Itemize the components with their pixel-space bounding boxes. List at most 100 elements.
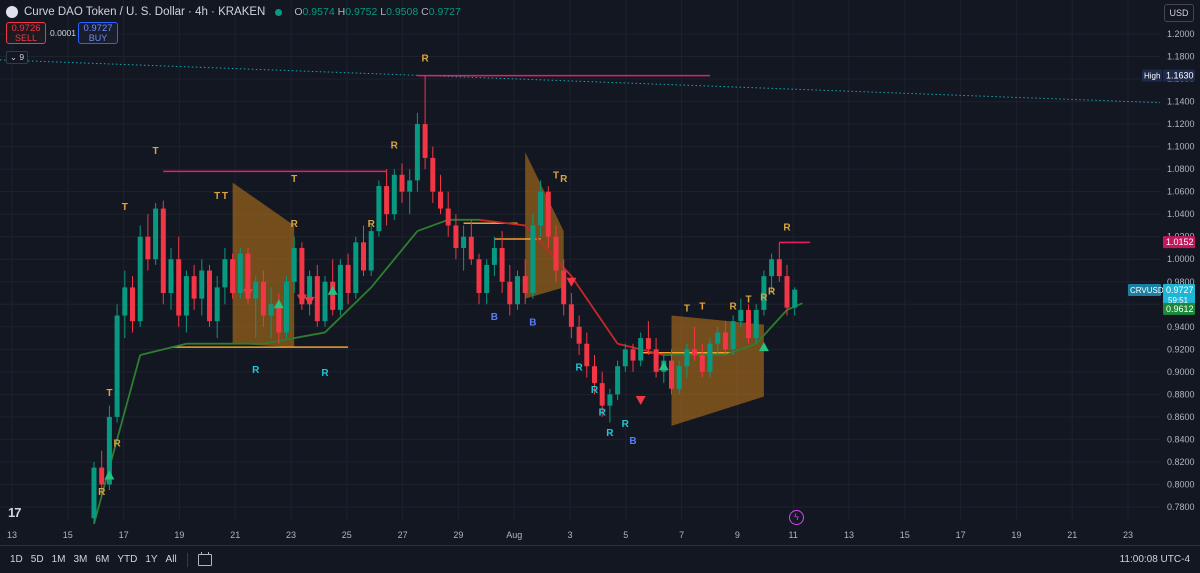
- range-3m[interactable]: 3M: [74, 554, 88, 565]
- x-tick-label: 23: [1123, 530, 1133, 540]
- x-tick-label: Aug: [506, 530, 522, 540]
- candle-body: [692, 349, 698, 355]
- signal-marker: B: [529, 318, 536, 329]
- candle-body: [438, 191, 443, 209]
- trailing-stop-line: [617, 342, 641, 351]
- candle-body: [515, 276, 520, 305]
- candle-body: [738, 309, 744, 322]
- signal-marker: T: [106, 388, 112, 399]
- candle-body: [422, 124, 428, 158]
- signal-marker: R: [606, 428, 614, 439]
- currency-selector[interactable]: USD: [1164, 4, 1194, 22]
- signal-marker: R: [768, 287, 776, 298]
- signal-marker: R: [575, 363, 583, 374]
- trail-price-tag: 0.9612: [1166, 304, 1194, 314]
- signal-marker: R: [291, 219, 299, 230]
- signal-marker: R: [321, 368, 329, 379]
- candle-body: [707, 343, 713, 372]
- y-tick-label: 0.8800: [1167, 389, 1195, 399]
- signal-marker: B: [629, 436, 636, 447]
- candle-body: [553, 236, 559, 271]
- x-tick-label: 5: [623, 530, 628, 540]
- x-tick-label: 11: [789, 530, 798, 540]
- y-tick-label: 0.8600: [1167, 412, 1195, 422]
- y-tick-label: 1.0600: [1167, 187, 1195, 197]
- candle-body: [384, 186, 390, 215]
- candle-body: [314, 276, 320, 322]
- signal-marker: R: [783, 222, 791, 233]
- signal-marker: R: [599, 408, 607, 419]
- candle-body: [237, 253, 243, 294]
- crv-logo-icon: [6, 6, 18, 18]
- grid-lines: [0, 0, 1160, 520]
- candle-body: [699, 354, 705, 372]
- range-5d[interactable]: 5D: [31, 554, 44, 565]
- candle-body: [615, 366, 621, 395]
- x-tick-label: 15: [63, 530, 73, 540]
- y-tick-label: 0.8000: [1167, 479, 1195, 489]
- candle-body: [91, 467, 97, 519]
- x-tick-label: 21: [1067, 530, 1077, 540]
- candle-body: [592, 366, 597, 384]
- y-tick-label: 0.7800: [1167, 502, 1195, 512]
- candle-body: [214, 287, 220, 322]
- buy-button[interactable]: 0.9727 BUY: [78, 22, 118, 44]
- x-tick-label: 9: [735, 530, 740, 540]
- candle-body: [137, 236, 143, 322]
- y-tick-label: 1.1200: [1167, 119, 1195, 129]
- price-chart[interactable]: RRTTTT TTR RRRT RT T RT RRRR RBBRRRRRB1.20001.1…: [0, 0, 1200, 545]
- candle-body: [260, 281, 266, 316]
- indicators-toggle[interactable]: ⌄ 9: [6, 51, 28, 64]
- range-ytd[interactable]: YTD: [117, 554, 137, 565]
- candle-body: [445, 208, 451, 226]
- candle-body: [669, 360, 674, 389]
- candle-body: [784, 276, 790, 308]
- candle-body: [337, 264, 343, 310]
- candle-body: [607, 394, 613, 406]
- candle-body: [769, 259, 775, 277]
- candle-body: [361, 242, 366, 271]
- signal-marker: R: [368, 219, 376, 230]
- trade-panel: 0.9726 SELL 0.0001 0.9727 BUY: [6, 22, 118, 44]
- resistance-price-tag: 1.0152: [1166, 237, 1194, 247]
- candle-body: [284, 281, 289, 333]
- candles: [91, 75, 798, 524]
- calendar-icon[interactable]: [197, 551, 212, 566]
- range-1y[interactable]: 1Y: [145, 554, 157, 565]
- range-all[interactable]: All: [166, 554, 177, 565]
- clock[interactable]: 11:00:08 UTC-4: [1120, 554, 1190, 565]
- range-6m[interactable]: 6M: [95, 554, 109, 565]
- range-1d[interactable]: 1D: [10, 554, 23, 565]
- signal-marker: T: [699, 301, 705, 312]
- range-1m[interactable]: 1M: [52, 554, 66, 565]
- candle-body: [746, 309, 751, 339]
- buy-arrow-icon: [327, 285, 338, 295]
- toolbar-divider: [186, 552, 188, 567]
- sell-button[interactable]: 0.9726 SELL: [6, 22, 46, 44]
- bottom-toolbar: 1D 5D 1M 3M 6M YTD 1Y All 11:00:08 UTC-4: [0, 545, 1200, 573]
- candle-body: [353, 242, 359, 294]
- y-tick-label: 1.2000: [1167, 29, 1195, 39]
- y-tick-label: 1.0800: [1167, 164, 1195, 174]
- candle-body: [576, 326, 582, 344]
- candle-body: [168, 259, 174, 294]
- x-tick-label: 25: [342, 530, 352, 540]
- candle-body: [545, 191, 551, 237]
- y-tick-label: 1.0400: [1167, 209, 1195, 219]
- current-price-tag: 0.9727: [1166, 285, 1194, 295]
- x-tick-label: 17: [119, 530, 129, 540]
- ohlc-values: O0.9574 H0.9752 L0.9508 C0.9727: [294, 6, 461, 18]
- symbol-legend: Curve DAO Token / U. S. Dollar · 4h · KR…: [6, 4, 461, 20]
- candle-body: [753, 309, 759, 339]
- candle-body: [176, 259, 182, 316]
- buy-arrow-icon: [658, 361, 669, 371]
- signal-marker: T: [291, 174, 297, 185]
- x-tick-label: 23: [286, 530, 296, 540]
- candle-body: [491, 247, 497, 265]
- y-tick-label: 0.9200: [1167, 344, 1195, 354]
- candle-body: [368, 231, 374, 271]
- lightning-icon[interactable]: ϟ: [789, 510, 804, 525]
- candle-body: [722, 332, 728, 350]
- symbol-title[interactable]: Curve DAO Token / U. S. Dollar · 4h · KR…: [24, 6, 265, 18]
- y-tick-label: 0.9400: [1167, 322, 1195, 332]
